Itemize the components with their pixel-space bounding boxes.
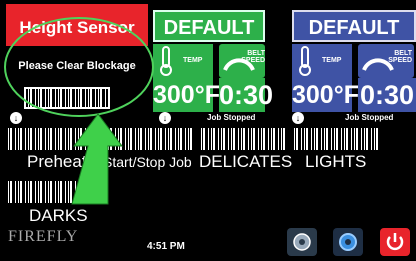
annotation-overlay [4,17,154,205]
green-arrow-icon [71,113,123,205]
highlight-ellipse [4,17,154,117]
